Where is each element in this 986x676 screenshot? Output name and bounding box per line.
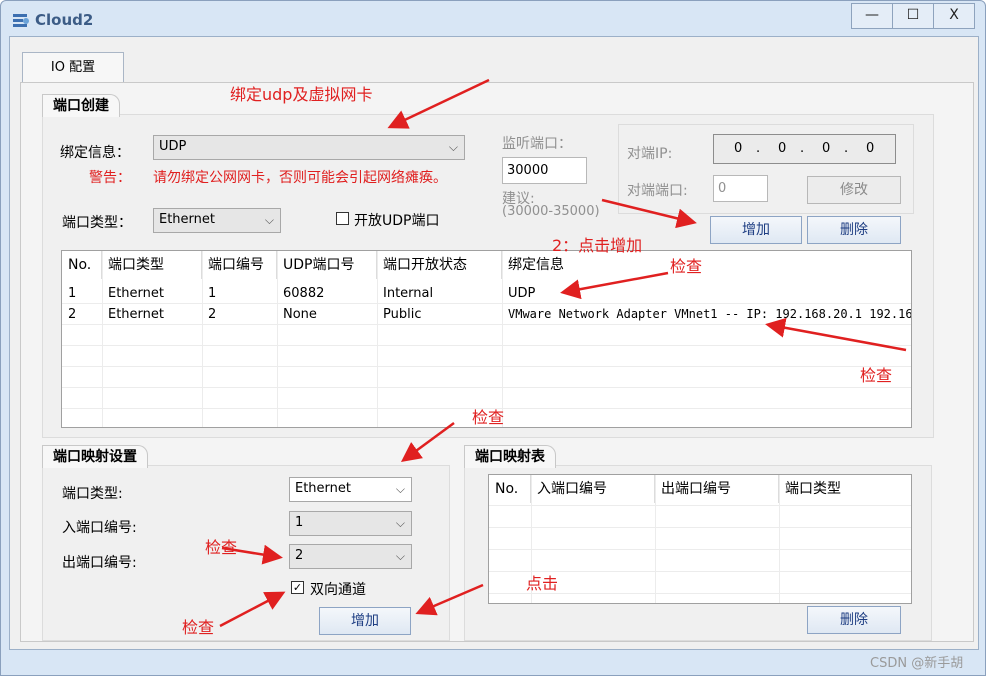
annotation-check-2: 检查 <box>860 366 893 385</box>
watermark: CSDN @新手胡 <box>870 656 964 671</box>
arrow-check-udp <box>560 271 669 300</box>
annotation-click: 点击 <box>526 574 559 593</box>
annotation-check-4: 检查 <box>205 538 238 557</box>
arrow-check-port-type <box>400 421 455 462</box>
annotation-bind-udp: 绑定udp及虚拟网卡 <box>230 85 373 104</box>
arrow-click-add <box>601 198 697 229</box>
arrow-check-vmnet <box>765 317 907 352</box>
arrow-click-add-mapping <box>415 583 484 616</box>
annotation-arrows <box>219 78 907 628</box>
arrow-bind-udp <box>387 78 490 129</box>
annotation-check-3: 检查 <box>472 408 505 427</box>
annotation-check-5: 检查 <box>182 618 215 637</box>
annotation-check-1: 检查 <box>670 257 703 276</box>
annotation-click-add: 2：点击增加 <box>552 236 643 255</box>
arrow-check-bidirectional <box>219 591 286 628</box>
